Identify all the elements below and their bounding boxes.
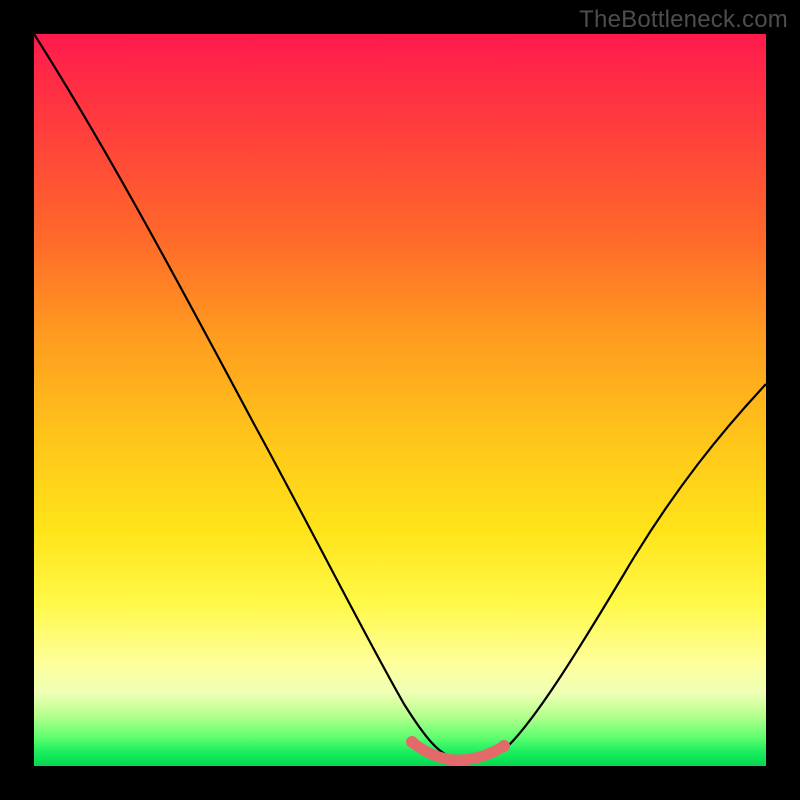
watermark-text: TheBottleneck.com [579, 6, 788, 34]
trough-dot-right [498, 740, 510, 752]
trough-dot-left [406, 736, 418, 748]
plot-area [34, 34, 766, 766]
trough-highlight [412, 742, 504, 760]
chart-canvas: TheBottleneck.com [0, 0, 800, 800]
bottleneck-curve [34, 34, 766, 760]
curve-layer [34, 34, 766, 766]
